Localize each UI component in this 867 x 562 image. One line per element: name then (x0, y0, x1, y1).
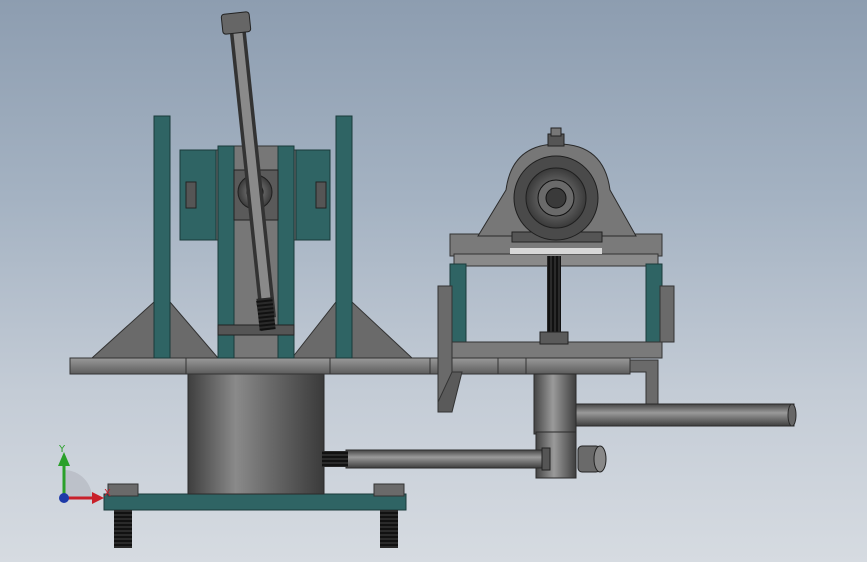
y-axis-label: Y (58, 444, 66, 455)
pillow-block-bearing (477, 127, 637, 254)
coordinate-triad: Y X (58, 444, 111, 504)
rod-thread (322, 451, 348, 467)
assembly-drawing: Y X (58, 11, 797, 548)
z-axis (59, 493, 69, 503)
lower-mechanism (322, 373, 797, 479)
table-plate (69, 357, 631, 375)
bolt-left (114, 510, 132, 548)
main-cylinder (187, 371, 325, 495)
lead-screw (539, 256, 569, 345)
cad-viewport[interactable]: Y X (0, 0, 867, 562)
x-axis-label: X (104, 488, 111, 499)
bolt-right (380, 510, 398, 548)
upper-rod (575, 403, 795, 427)
lower-rod (345, 449, 545, 469)
